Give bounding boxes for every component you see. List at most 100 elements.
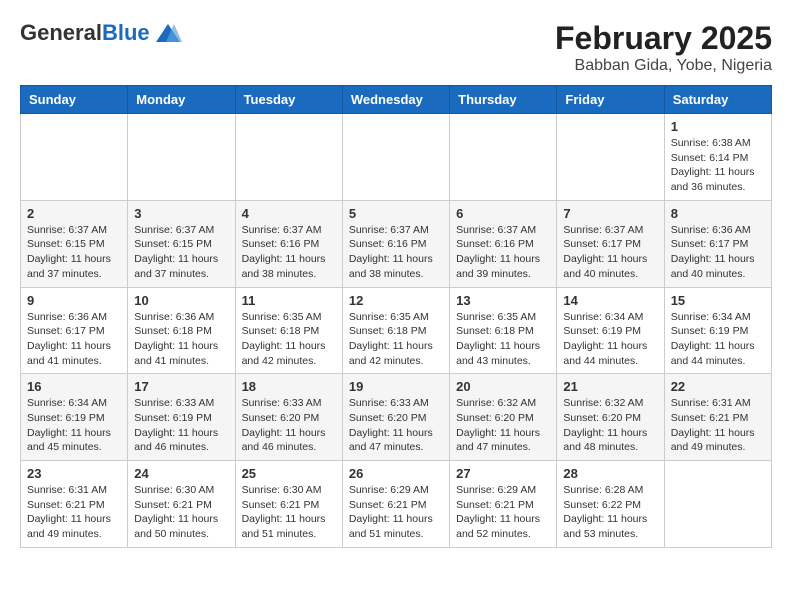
day-of-week-header: Thursday (450, 86, 557, 114)
day-info: Sunrise: 6:37 AM Sunset: 6:16 PM Dayligh… (456, 223, 550, 282)
day-of-week-header: Sunday (21, 86, 128, 114)
logo: GeneralBlue (20, 20, 182, 46)
logo-icon (154, 22, 182, 44)
calendar-week-row: 2 Sunrise: 6:37 AM Sunset: 6:15 PM Daylig… (21, 200, 772, 287)
calendar-cell: 6 Sunrise: 6:37 AM Sunset: 6:16 PM Daylig… (450, 200, 557, 287)
day-info: Sunrise: 6:31 AM Sunset: 6:21 PM Dayligh… (671, 396, 765, 455)
day-number: 26 (349, 466, 443, 481)
day-number: 22 (671, 379, 765, 394)
day-info: Sunrise: 6:37 AM Sunset: 6:15 PM Dayligh… (134, 223, 228, 282)
day-info: Sunrise: 6:36 AM Sunset: 6:18 PM Dayligh… (134, 310, 228, 369)
day-info: Sunrise: 6:35 AM Sunset: 6:18 PM Dayligh… (349, 310, 443, 369)
day-number: 27 (456, 466, 550, 481)
calendar-cell: 5Sunrise: 6:37 AM Sunset: 6:16 PM Daylig… (342, 200, 449, 287)
logo-text: GeneralBlue (20, 20, 150, 46)
day-info: Sunrise: 6:29 AM Sunset: 6:21 PM Dayligh… (456, 483, 550, 542)
day-number: 10 (134, 293, 228, 308)
calendar-cell: 23 Sunrise: 6:31 AM Sunset: 6:21 PM Dayli… (21, 461, 128, 548)
day-number: 24 (134, 466, 228, 481)
day-number: 15 (671, 293, 765, 308)
calendar-cell: 12 Sunrise: 6:35 AM Sunset: 6:18 PM Dayli… (342, 287, 449, 374)
day-number: 16 (27, 379, 121, 394)
day-info: Sunrise: 6:29 AM Sunset: 6:21 PM Dayligh… (349, 483, 443, 542)
day-of-week-header: Friday (557, 86, 664, 114)
day-info: Sunrise: 6:38 AM Sunset: 6:14 PM Dayligh… (671, 136, 765, 195)
day-info: Sunrise: 6:36 AM Sunset: 6:17 PM Dayligh… (671, 223, 765, 282)
calendar-cell: 25 Sunrise: 6:30 AM Sunset: 6:21 PM Dayli… (235, 461, 342, 548)
day-info: Sunrise: 6:30 AM Sunset: 6:21 PM Dayligh… (242, 483, 336, 542)
calendar-cell: 7 Sunrise: 6:37 AM Sunset: 6:17 PM Daylig… (557, 200, 664, 287)
calendar-cell: 22 Sunrise: 6:31 AM Sunset: 6:21 PM Dayli… (664, 374, 771, 461)
day-info: Sunrise: 6:28 AM Sunset: 6:22 PM Dayligh… (563, 483, 657, 542)
calendar-cell (342, 114, 449, 201)
page-header: GeneralBlue February 2025 Babban Gida, Y… (20, 20, 772, 75)
day-number: 6 (456, 206, 550, 221)
day-info: Sunrise: 6:37 AM Sunset: 6:16 PM Dayligh… (242, 223, 336, 282)
day-of-week-header: Tuesday (235, 86, 342, 114)
calendar-cell: 11 Sunrise: 6:35 AM Sunset: 6:18 PM Dayli… (235, 287, 342, 374)
calendar-cell (235, 114, 342, 201)
calendar-cell (450, 114, 557, 201)
calendar-week-row: 9 Sunrise: 6:36 AM Sunset: 6:17 PM Daylig… (21, 287, 772, 374)
day-info: Sunrise: 6:30 AM Sunset: 6:21 PM Dayligh… (134, 483, 228, 542)
calendar-cell: 2 Sunrise: 6:37 AM Sunset: 6:15 PM Daylig… (21, 200, 128, 287)
calendar-header-row: SundayMondayTuesdayWednesdayThursdayFrid… (21, 86, 772, 114)
calendar-cell: 18 Sunrise: 6:33 AM Sunset: 6:20 PM Dayli… (235, 374, 342, 461)
calendar-cell: 16 Sunrise: 6:34 AM Sunset: 6:19 PM Dayli… (21, 374, 128, 461)
calendar-week-row: 23 Sunrise: 6:31 AM Sunset: 6:21 PM Dayli… (21, 461, 772, 548)
calendar-cell: 26 Sunrise: 6:29 AM Sunset: 6:21 PM Dayli… (342, 461, 449, 548)
day-number: 13 (456, 293, 550, 308)
day-info: Sunrise: 6:32 AM Sunset: 6:20 PM Dayligh… (456, 396, 550, 455)
calendar-cell: 1 Sunrise: 6:38 AM Sunset: 6:14 PM Daylig… (664, 114, 771, 201)
day-number: 1 (671, 119, 765, 134)
day-info: Sunrise: 6:35 AM Sunset: 6:18 PM Dayligh… (242, 310, 336, 369)
day-number: 7 (563, 206, 657, 221)
calendar-cell: 20 Sunrise: 6:32 AM Sunset: 6:20 PM Dayli… (450, 374, 557, 461)
day-info: Sunrise: 6:33 AM Sunset: 6:20 PM Dayligh… (349, 396, 443, 455)
day-number: 25 (242, 466, 336, 481)
calendar-cell: 24 Sunrise: 6:30 AM Sunset: 6:21 PM Dayli… (128, 461, 235, 548)
day-info: Sunrise: 6:37 AM Sunset: 6:15 PM Dayligh… (27, 223, 121, 282)
day-number: 18 (242, 379, 336, 394)
day-number: 14 (563, 293, 657, 308)
day-number: 17 (134, 379, 228, 394)
calendar-table: SundayMondayTuesdayWednesdayThursdayFrid… (20, 85, 772, 548)
day-info: Sunrise: 6:34 AM Sunset: 6:19 PM Dayligh… (671, 310, 765, 369)
day-info: Sunrise: 6:33 AM Sunset: 6:20 PM Dayligh… (242, 396, 336, 455)
day-info: Sunrise: 6:34 AM Sunset: 6:19 PM Dayligh… (563, 310, 657, 369)
calendar-cell (557, 114, 664, 201)
day-number: 20 (456, 379, 550, 394)
calendar-cell: 4Sunrise: 6:37 AM Sunset: 6:16 PM Daylig… (235, 200, 342, 287)
day-info: Sunrise: 6:31 AM Sunset: 6:21 PM Dayligh… (27, 483, 121, 542)
day-number: 23 (27, 466, 121, 481)
day-number: 8 (671, 206, 765, 221)
day-number: 11 (242, 293, 336, 308)
location: Babban Gida, Yobe, Nigeria (555, 57, 772, 75)
day-of-week-header: Wednesday (342, 86, 449, 114)
day-info: Sunrise: 6:37 AM Sunset: 6:17 PM Dayligh… (563, 223, 657, 282)
calendar-cell: 14 Sunrise: 6:34 AM Sunset: 6:19 PM Dayli… (557, 287, 664, 374)
calendar-cell: 3Sunrise: 6:37 AM Sunset: 6:15 PM Daylig… (128, 200, 235, 287)
calendar-cell (128, 114, 235, 201)
day-number: 2 (27, 206, 121, 221)
day-info: Sunrise: 6:32 AM Sunset: 6:20 PM Dayligh… (563, 396, 657, 455)
calendar-cell: 15 Sunrise: 6:34 AM Sunset: 6:19 PM Dayli… (664, 287, 771, 374)
calendar-cell (21, 114, 128, 201)
calendar-cell: 27 Sunrise: 6:29 AM Sunset: 6:21 PM Dayli… (450, 461, 557, 548)
calendar-week-row: 1 Sunrise: 6:38 AM Sunset: 6:14 PM Daylig… (21, 114, 772, 201)
day-number: 21 (563, 379, 657, 394)
calendar-week-row: 16 Sunrise: 6:34 AM Sunset: 6:19 PM Dayli… (21, 374, 772, 461)
day-number: 12 (349, 293, 443, 308)
day-info: Sunrise: 6:34 AM Sunset: 6:19 PM Dayligh… (27, 396, 121, 455)
title-block: February 2025 Babban Gida, Yobe, Nigeria (555, 20, 772, 75)
calendar-cell (664, 461, 771, 548)
month-title: February 2025 (555, 20, 772, 57)
calendar-cell: 19Sunrise: 6:33 AM Sunset: 6:20 PM Dayli… (342, 374, 449, 461)
day-info: Sunrise: 6:36 AM Sunset: 6:17 PM Dayligh… (27, 310, 121, 369)
day-number: 9 (27, 293, 121, 308)
calendar-cell: 13Sunrise: 6:35 AM Sunset: 6:18 PM Dayli… (450, 287, 557, 374)
calendar-cell: 8 Sunrise: 6:36 AM Sunset: 6:17 PM Daylig… (664, 200, 771, 287)
calendar-cell: 17 Sunrise: 6:33 AM Sunset: 6:19 PM Dayli… (128, 374, 235, 461)
calendar-cell: 9 Sunrise: 6:36 AM Sunset: 6:17 PM Daylig… (21, 287, 128, 374)
day-info: Sunrise: 6:33 AM Sunset: 6:19 PM Dayligh… (134, 396, 228, 455)
